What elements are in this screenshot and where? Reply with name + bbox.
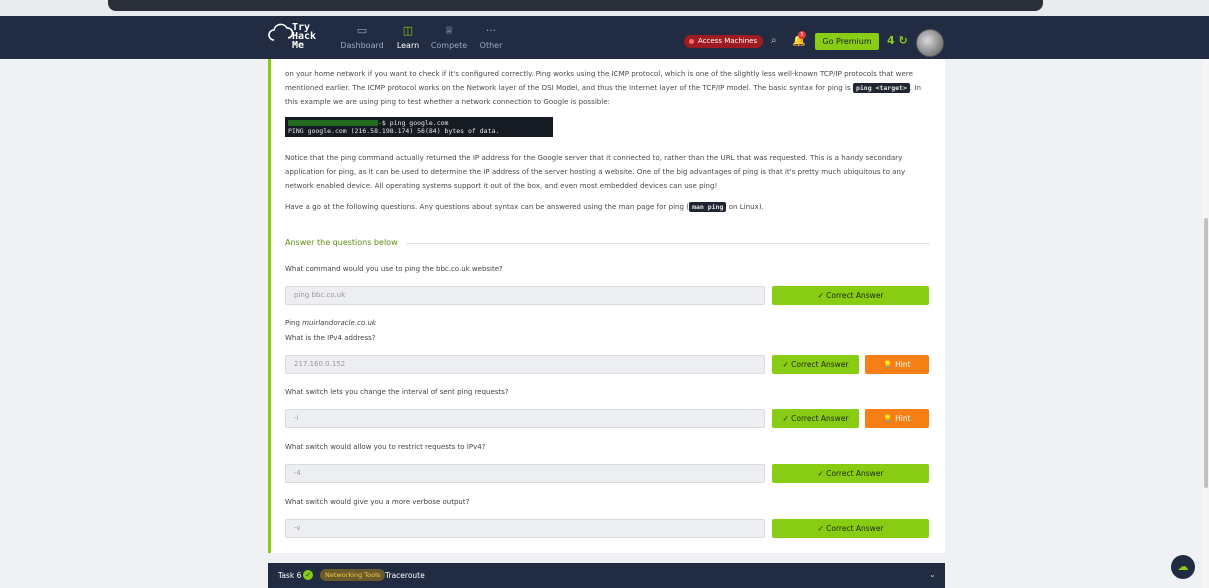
search-icon[interactable]: ⌕	[771, 35, 777, 46]
question-5-text: What switch would give you a more verbos…	[285, 498, 470, 506]
terminal-line-output: PING google.com (216.58.198.174) 56(84) …	[288, 127, 500, 135]
go-premium-button[interactable]: Go Premium	[815, 33, 879, 50]
more-icon: ···	[485, 24, 497, 37]
terminal-line-command: -$ ping google.com	[378, 119, 449, 127]
question-1-text: What command would you use to ping the b…	[285, 265, 503, 273]
nav-dashboard[interactable]: ▭ Dashboard	[338, 24, 386, 50]
answer-5-input[interactable]: -v	[285, 519, 765, 538]
correct-answer-3-button[interactable]: ✓ Correct Answer	[772, 409, 859, 428]
tryhackme-logo[interactable]: Try Hack Me	[268, 20, 330, 56]
correct-answer-4-button[interactable]: ✓ Correct Answer	[772, 464, 929, 483]
chevron-down-icon[interactable]: ⌄	[929, 570, 936, 579]
answer-questions-heading: Answer the questions below	[285, 238, 406, 247]
correct-answer-1-button[interactable]: ✓ Correct Answer	[772, 286, 929, 305]
question-2-text: What is the IPv4 address?	[285, 334, 376, 342]
scrollbar-thumb[interactable]	[1204, 218, 1208, 488]
bell-icon[interactable]: 🔔 5	[792, 31, 806, 47]
access-machines-button[interactable]: Access Machines	[684, 35, 764, 48]
redacted-prompt	[288, 120, 378, 126]
question-2-domain: muirlandoracle.co.uk	[302, 319, 376, 327]
paragraph-ping-intro: on your home network if you want to chec…	[285, 67, 930, 109]
terminal-screenshot: -$ ping google.com PING google.com (216.…	[285, 117, 553, 137]
browser-top-strip	[0, 0, 1209, 16]
paragraph-ping-intro-text-a: on your home network if you want to chec…	[285, 69, 913, 92]
streak-counter[interactable]: 4 ↻	[887, 34, 908, 47]
help-bubble-icon[interactable]: ☁	[1171, 555, 1195, 579]
answer-2-input[interactable]: 217.160.0.152	[285, 355, 765, 374]
question-2-pre: Ping	[285, 319, 303, 327]
nav-other-label: Other	[479, 41, 503, 50]
check-circle-icon: ✓	[303, 570, 313, 580]
nav-compete[interactable]: ♕ Compete	[425, 24, 473, 50]
answer-4-input[interactable]: -4	[285, 464, 765, 483]
task-title: Traceroute	[385, 571, 425, 580]
correct-answer-2-button[interactable]: ✓ Correct Answer	[772, 355, 859, 374]
inline-code-man-ping: man ping	[689, 202, 727, 212]
cloud-logo-icon	[268, 23, 294, 41]
nav-dashboard-label: Dashboard	[340, 41, 384, 50]
nav-learn-label: Learn	[396, 41, 420, 50]
paragraph-ping-ip: Notice that the ping command actually re…	[285, 153, 906, 190]
question-2-context: Ping muirlandoracle.co.uk	[285, 319, 376, 327]
notification-badge: 5	[798, 31, 806, 39]
answer-3-input[interactable]: -i	[285, 409, 765, 428]
paragraph-man-page: Have a go at the following questions. An…	[285, 200, 930, 214]
paragraph-man-page-text-b: on Linux).	[726, 202, 764, 211]
top-navbar: Try Hack Me ▭ Dashboard ◫ Learn ♕ Compete ·…	[0, 16, 1209, 59]
hint-3-button[interactable]: 💡 Hint	[865, 409, 929, 428]
streak-icon: ↻	[898, 34, 908, 47]
room-tag: Networking Tools	[320, 569, 386, 581]
task-6-header[interactable]: Task 6 ✓ Networking Tools Traceroute ⌄	[268, 563, 945, 588]
answer-1-input[interactable]: ping bbc.co.uk	[285, 286, 765, 305]
avatar[interactable]	[916, 29, 944, 57]
nav-compete-label: Compete	[430, 41, 468, 50]
trophy-icon: ♕	[444, 24, 454, 37]
logo-text-me: Me	[292, 40, 305, 51]
question-4-text: What switch would allow you to restrict …	[285, 443, 486, 451]
task-number: Task 6	[278, 571, 302, 580]
paragraph-man-page-text-a: Have a go at the following questions. An…	[285, 202, 690, 211]
browser-top-bar	[108, 0, 1043, 11]
streak-count: 4	[887, 34, 895, 47]
correct-answer-5-button[interactable]: ✓ Correct Answer	[772, 519, 929, 538]
inline-code-ping-target: ping <target>	[852, 83, 910, 93]
nav-other[interactable]: ··· Other	[467, 24, 515, 50]
hint-2-button[interactable]: 💡 Hint	[865, 355, 929, 374]
question-3-text: What switch lets you change the interval…	[285, 388, 509, 396]
monitor-icon: ▭	[356, 24, 368, 37]
